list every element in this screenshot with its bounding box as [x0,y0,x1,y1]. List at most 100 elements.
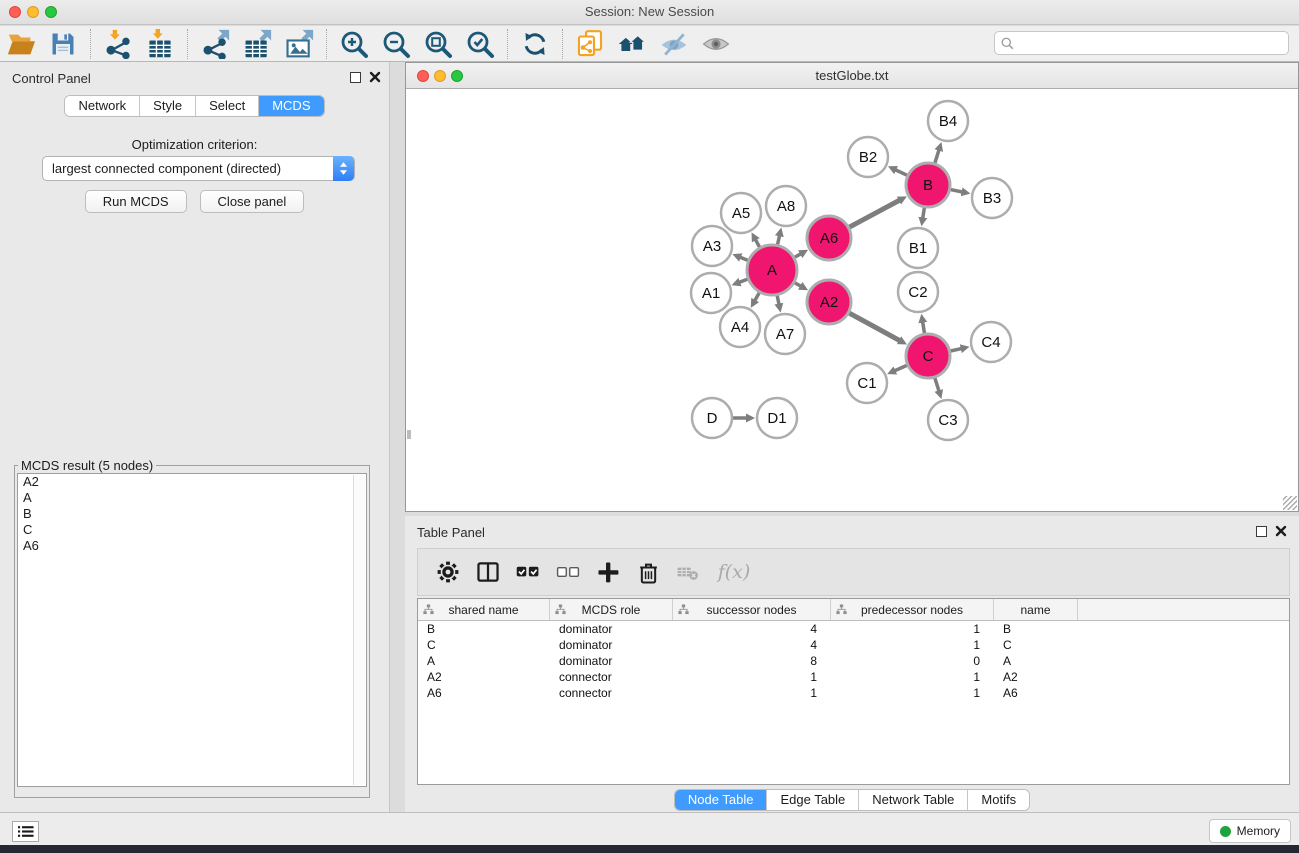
network-canvas[interactable]: AA6 A2 B C A5A8 A3 A1A4A7 B2 B4B3 B1C2 C4 C1 C3 D D1 [407,90,1297,511]
table-row[interactable]: Bdominator41B [418,621,1289,637]
tab-style[interactable]: Style [140,96,196,116]
search-input[interactable] [1019,36,1288,51]
graph-edge-B-B1[interactable] [923,208,925,220]
zoom-out-button[interactable] [375,28,417,60]
graph-node-C3[interactable]: C3 [928,400,968,440]
task-history-button[interactable] [12,821,39,842]
open-session-button[interactable] [0,28,42,60]
refresh-button[interactable] [514,28,556,60]
save-session-button[interactable] [42,28,84,60]
table-row[interactable]: Adominator80A [418,653,1289,669]
graph-node-B4[interactable]: B4 [928,101,968,141]
deselect-all-columns-button[interactable] [548,555,588,589]
graph-node-A2[interactable]: A2 [807,280,851,324]
resize-grip[interactable] [1283,496,1297,510]
table-row[interactable]: A6connector11A6 [418,685,1289,701]
graph-node-C1[interactable]: C1 [847,363,887,403]
duplicate-network-button[interactable] [569,28,611,60]
export-image-button[interactable] [278,28,320,60]
table-row[interactable]: Cdominator41C [418,637,1289,653]
zoom-fit-button[interactable] [417,28,459,60]
column-header-name[interactable]: name [994,599,1078,620]
graph-node-B[interactable]: B [906,163,950,207]
graph-edge-A-A8[interactable] [778,234,780,244]
graph-edge-C-C1[interactable] [894,365,907,371]
network-window-titlebar[interactable]: testGlobe.txt [406,63,1298,89]
column-header-mcds-role[interactable]: MCDS role [550,599,673,620]
graph-node-C2[interactable]: C2 [898,272,938,312]
float-table-panel-button[interactable] [1256,526,1267,537]
close-table-panel-icon[interactable] [1275,525,1287,537]
float-panel-button[interactable] [350,72,361,83]
graph-edge-C-C3[interactable] [935,378,939,392]
close-panel-button[interactable]: Close panel [200,190,305,213]
table-row[interactable]: A2connector11A2 [418,669,1289,685]
graph-edge-A-A2[interactable] [795,283,802,287]
memory-button[interactable]: Memory [1209,819,1291,843]
graph-edge-C-C4[interactable] [950,348,962,351]
tab-edge-table[interactable]: Edge Table [767,790,859,810]
export-table-button[interactable] [236,28,278,60]
graph-node-D1[interactable]: D1 [757,398,797,438]
table-settings-button[interactable] [428,555,468,589]
graph-node-B1[interactable]: B1 [898,228,938,268]
close-panel-icon[interactable] [369,71,381,83]
graph-edge-A-A4[interactable] [754,293,759,302]
search-field[interactable] [994,31,1289,55]
column-header-predecessor-nodes[interactable]: predecessor nodes [831,599,994,620]
scrollbar[interactable] [353,475,365,785]
graph-edge-A6-B[interactable] [849,200,900,228]
graph-node-A5[interactable]: A5 [721,193,761,233]
graph-node-A1[interactable]: A1 [691,273,731,313]
graph-edge-A-A7[interactable] [777,295,779,305]
export-network-button[interactable] [194,28,236,60]
select-all-columns-button[interactable] [508,555,548,589]
graph-edge-A-A6[interactable] [795,253,802,257]
graph-edge-A2-C[interactable] [849,313,901,341]
split-view-button[interactable] [468,555,508,589]
hide-selected-button[interactable] [653,28,695,60]
tab-network[interactable]: Network [65,96,140,116]
graph-node-C4[interactable]: C4 [971,322,1011,362]
tab-mcds[interactable]: MCDS [259,96,323,116]
graph-node-A8[interactable]: A8 [766,186,806,226]
graph-edge-B-B3[interactable] [951,190,964,193]
mcds-result-item[interactable]: A6 [18,538,366,554]
graph-node-B3[interactable]: B3 [972,178,1012,218]
graph-node-A[interactable]: A [747,245,797,295]
tab-select[interactable]: Select [196,96,259,116]
graph-edge-B-B2[interactable] [894,169,907,175]
graph-node-B2[interactable]: B2 [848,137,888,177]
graph-node-A3[interactable]: A3 [692,226,732,266]
mcds-result-item[interactable]: C [18,522,366,538]
graph-node-A7[interactable]: A7 [765,314,805,354]
node-table[interactable]: shared nameMCDS rolesuccessor nodesprede… [417,598,1290,785]
tab-motifs[interactable]: Motifs [968,790,1029,810]
graph-edge-A-A5[interactable] [755,238,760,247]
delete-column-button[interactable] [628,555,668,589]
tab-node-table[interactable]: Node Table [675,790,768,810]
add-column-button[interactable] [588,555,628,589]
show-all-button[interactable] [695,28,737,60]
home-button[interactable] [611,28,653,60]
graph-node-D[interactable]: D [692,398,732,438]
zoom-selected-button[interactable] [459,28,501,60]
tab-network-table[interactable]: Network Table [859,790,968,810]
graph-node-C[interactable]: C [906,334,950,378]
mcds-result-list[interactable]: A2ABCA6 [17,473,367,787]
criterion-dropdown[interactable]: largest connected component (directed) [42,156,355,181]
column-header-successor-nodes[interactable]: successor nodes [673,599,831,620]
import-table-button[interactable] [139,28,181,60]
mcds-result-item[interactable]: A [18,490,366,506]
zoom-in-button[interactable] [333,28,375,60]
graph-edge-A-A1[interactable] [738,279,748,283]
graph-node-A6[interactable]: A6 [807,216,851,260]
mcds-result-item[interactable]: B [18,506,366,522]
graph-edge-A-A3[interactable] [739,257,748,261]
graph-edge-C-C2[interactable] [922,321,924,334]
run-mcds-button[interactable]: Run MCDS [85,190,187,213]
mcds-result-item[interactable]: A2 [18,474,366,490]
graph-edge-B-B4[interactable] [935,149,939,163]
graph-node-A4[interactable]: A4 [720,307,760,347]
import-network-button[interactable] [97,28,139,60]
